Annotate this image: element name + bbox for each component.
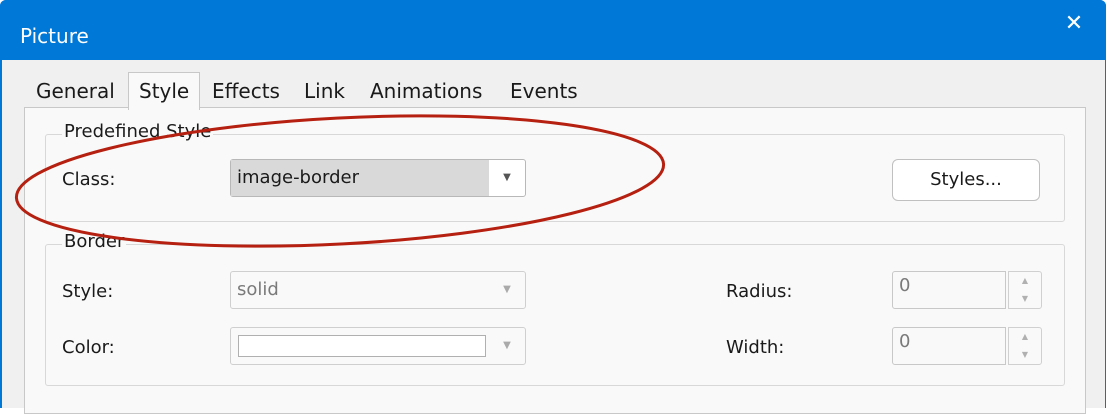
picture-dialog: Picture ✕ General Style Effects Link Ani… — [0, 0, 1106, 414]
border-group-label: Border — [62, 231, 127, 253]
chevron-down-icon[interactable]: ▼ — [489, 272, 525, 308]
radius-spin-buttons: ▲ ▼ — [1008, 271, 1042, 309]
dialog-client-area: General Style Effects Link Animations Ev… — [2, 60, 1105, 414]
border-style-label: Style: — [62, 281, 114, 302]
width-input[interactable]: 0 — [892, 327, 1006, 365]
tab-general[interactable]: General — [36, 76, 115, 108]
width-label: Width: — [726, 337, 785, 358]
spin-down-icon[interactable]: ▼ — [1009, 290, 1041, 308]
chevron-down-icon[interactable]: ▼ — [489, 160, 525, 196]
width-spinner[interactable]: 0 ▲ ▼ — [892, 327, 1042, 365]
class-label: Class: — [62, 169, 116, 190]
spin-down-icon[interactable]: ▼ — [1009, 346, 1041, 364]
styles-button[interactable]: Styles... — [892, 159, 1040, 201]
border-style-dropdown[interactable]: solid ▼ — [230, 271, 526, 309]
radius-label: Radius: — [726, 281, 793, 302]
spin-up-icon[interactable]: ▲ — [1009, 272, 1041, 290]
tab-events[interactable]: Events — [510, 76, 578, 108]
class-dropdown-value: image-border — [231, 160, 489, 196]
spin-up-icon[interactable]: ▲ — [1009, 328, 1041, 346]
border-color-dropdown[interactable]: ▼ — [230, 327, 526, 365]
class-dropdown[interactable]: image-border ▼ — [230, 159, 526, 197]
tab-effects[interactable]: Effects — [212, 76, 280, 108]
border-color-label: Color: — [62, 337, 115, 358]
tab-style[interactable]: Style — [128, 72, 201, 110]
predefined-style-group-label: Predefined Style — [62, 121, 214, 143]
tab-link[interactable]: Link — [304, 76, 345, 108]
predefined-style-group: Predefined Style Class: image-border ▼ S… — [45, 121, 1065, 222]
radius-spinner[interactable]: 0 ▲ ▼ — [892, 271, 1042, 309]
tab-animations[interactable]: Animations — [370, 76, 482, 108]
dialog-title: Picture — [20, 24, 89, 48]
width-spin-buttons: ▲ ▼ — [1008, 327, 1042, 365]
border-group: Border Style: solid ▼ Color: ▼ Radius: 0… — [45, 231, 1065, 386]
border-style-value: solid — [237, 279, 279, 300]
close-icon[interactable]: ✕ — [1060, 10, 1088, 38]
chevron-down-icon[interactable]: ▼ — [489, 328, 525, 364]
radius-input[interactable]: 0 — [892, 271, 1006, 309]
title-bar[interactable]: Picture ✕ — [0, 0, 1106, 60]
style-tab-panel: Predefined Style Class: image-border ▼ S… — [24, 107, 1086, 414]
color-swatch — [238, 335, 486, 357]
